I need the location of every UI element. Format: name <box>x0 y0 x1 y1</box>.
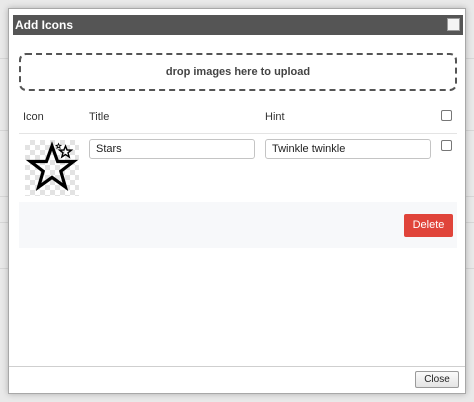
select-all-checkbox[interactable] <box>441 110 452 121</box>
column-header-hint: Hint <box>265 111 285 123</box>
upload-dropzone[interactable]: drop images here to upload <box>19 53 457 91</box>
icon-preview <box>25 140 79 196</box>
footer-divider <box>9 366 465 367</box>
row-action-area <box>19 202 457 248</box>
delete-button[interactable]: Delete <box>404 214 453 237</box>
row-select-checkbox[interactable] <box>441 140 452 151</box>
close-button[interactable]: Close <box>415 371 459 388</box>
add-icons-dialog: Add Icons drop images here to upload Ico… <box>8 8 466 394</box>
dropzone-label: drop images here to upload <box>165 66 311 78</box>
header-divider <box>19 133 457 134</box>
icon-hint-input[interactable] <box>265 139 431 159</box>
dialog-titlebar: Add Icons <box>13 15 463 35</box>
titlebar-close-button[interactable] <box>447 18 460 31</box>
dialog-title: Add Icons <box>15 18 74 32</box>
star-icon <box>25 141 79 191</box>
icon-title-input[interactable] <box>89 139 255 159</box>
column-header-icon: Icon <box>23 111 44 123</box>
column-header-title: Title <box>89 111 110 123</box>
